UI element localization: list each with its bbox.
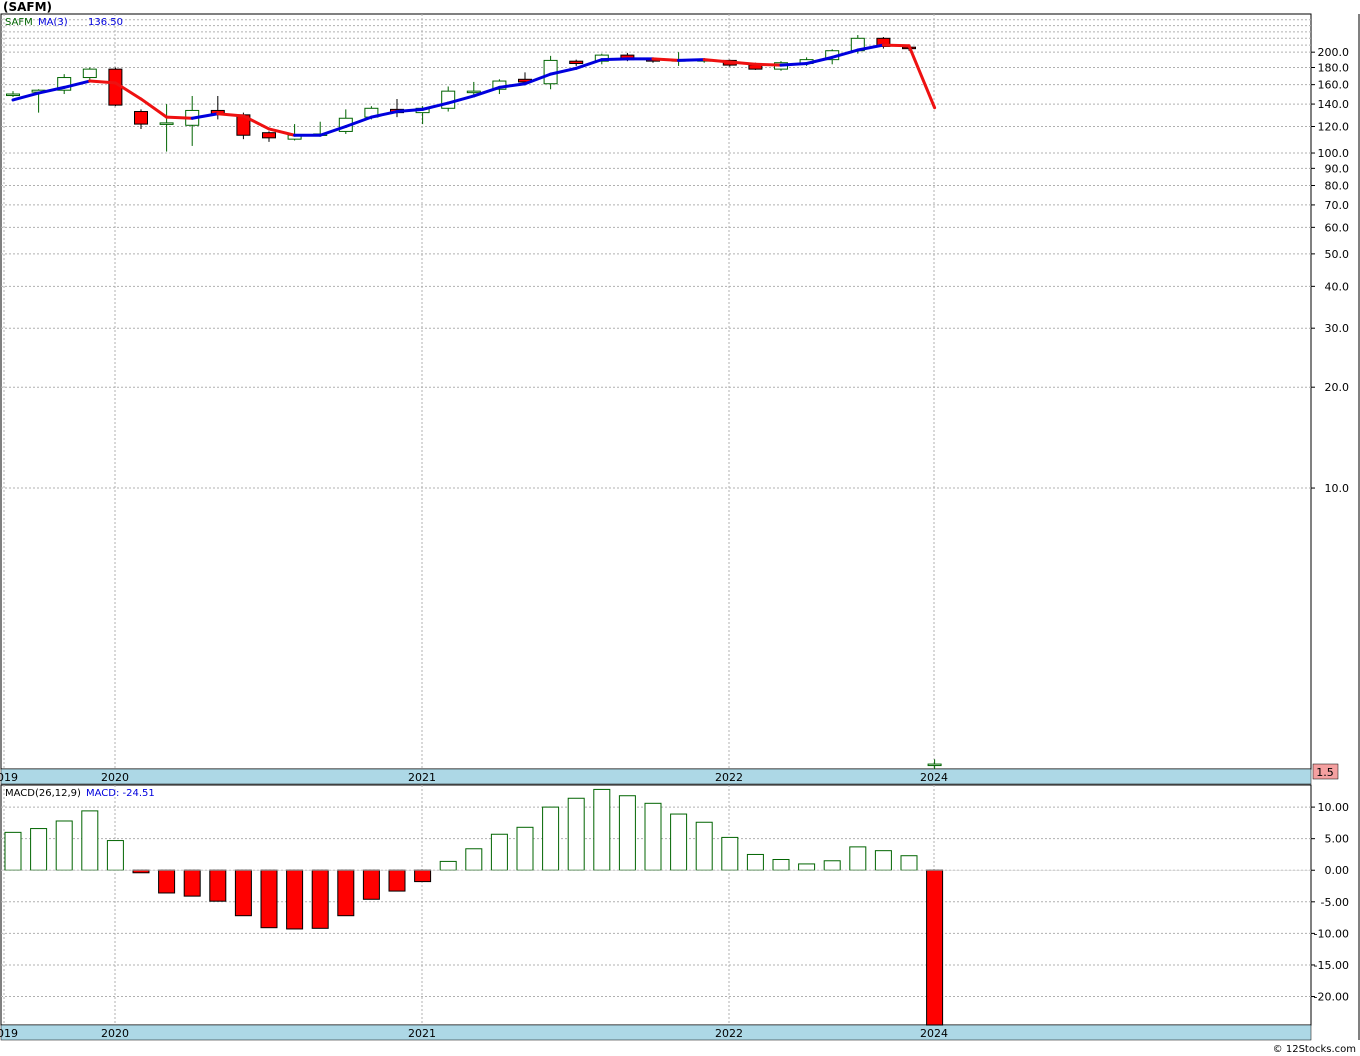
macd-tick-label: 10.00 bbox=[1318, 801, 1350, 814]
last-price-label: 1.5 bbox=[1316, 766, 1334, 779]
macd-bar bbox=[849, 846, 867, 871]
macd-tick-label: -20.00 bbox=[1314, 991, 1349, 1004]
price-panel-frame bbox=[0, 13, 1312, 770]
macd-bar bbox=[644, 802, 662, 871]
macd-x-label: 2021 bbox=[408, 1027, 436, 1040]
price-tick-label: 10.0 bbox=[1325, 482, 1350, 495]
macd-bar bbox=[183, 869, 201, 897]
macd-bar bbox=[132, 869, 150, 874]
ma-segment bbox=[881, 43, 911, 48]
macd-bar bbox=[798, 863, 816, 871]
price-x-label: 2019 bbox=[0, 771, 18, 784]
macd-bar bbox=[106, 840, 124, 871]
macd-bar bbox=[465, 848, 483, 871]
ma-segment bbox=[88, 79, 117, 85]
macd-bar bbox=[260, 869, 278, 929]
credit-text: © 12Stocks.com bbox=[1272, 1044, 1356, 1055]
macd-bar bbox=[158, 869, 176, 894]
price-tick-label: 20.0 bbox=[1325, 381, 1350, 394]
macd-tick-label: -5.00 bbox=[1321, 896, 1349, 909]
macd-bar bbox=[439, 860, 457, 871]
macd-bar bbox=[593, 788, 611, 871]
macd-bar bbox=[234, 869, 252, 917]
price-tick-label: 180.0 bbox=[1318, 62, 1350, 75]
macd-bar bbox=[926, 869, 944, 1026]
macd-bar bbox=[30, 828, 48, 871]
candle-body bbox=[6, 93, 20, 97]
price-tick-label: 100.0 bbox=[1318, 147, 1350, 160]
candle-body bbox=[134, 111, 148, 125]
macd-bar bbox=[55, 820, 73, 871]
macd-bar bbox=[874, 850, 892, 871]
macd-bar bbox=[414, 869, 432, 883]
macd-tick-label: 5.00 bbox=[1325, 833, 1350, 846]
price-tick-label: 70.0 bbox=[1325, 199, 1350, 212]
price-x-label: 2020 bbox=[101, 771, 129, 784]
macd-bar bbox=[337, 869, 355, 917]
price-tick-label: 200.0 bbox=[1318, 46, 1350, 59]
macd-bar bbox=[542, 806, 560, 871]
macd-bar bbox=[900, 855, 918, 871]
macd-bar bbox=[695, 821, 713, 871]
candle-body bbox=[82, 68, 97, 79]
macd-x-label: 2019 bbox=[0, 1027, 18, 1040]
macd-bar bbox=[772, 859, 790, 871]
price-legend-symbol: SAFM bbox=[5, 17, 33, 28]
macd-bar bbox=[311, 869, 329, 929]
price-tick-label: 120.0 bbox=[1318, 120, 1350, 133]
macd-bar bbox=[823, 860, 841, 871]
ma-segment bbox=[779, 62, 809, 67]
price-date-axis-band bbox=[0, 768, 1312, 785]
price-x-label: 2022 bbox=[715, 771, 743, 784]
macd-bar bbox=[567, 797, 585, 871]
stock-chart: 200.0 180.0 160.0 140.0 120.0 100.0 90.0 80.0 70… bbox=[0, 13, 1360, 1041]
macd-bar bbox=[209, 869, 227, 902]
macd-bar bbox=[388, 869, 406, 892]
ma-segment bbox=[165, 115, 194, 120]
ma-segment bbox=[651, 57, 681, 62]
macd-x-label: 2024 bbox=[920, 1027, 948, 1040]
ma-segment bbox=[677, 58, 706, 62]
macd-bar bbox=[516, 826, 534, 871]
macd-bar bbox=[81, 810, 99, 871]
macd-bar bbox=[746, 853, 764, 871]
candle-body bbox=[441, 90, 456, 109]
macd-bar bbox=[362, 869, 380, 900]
candle-body bbox=[927, 763, 942, 767]
price-x-label: 2024 bbox=[920, 771, 948, 784]
price-tick-label: 60.0 bbox=[1325, 221, 1350, 234]
price-tick-label: 140.0 bbox=[1318, 98, 1350, 111]
price-tick-label: 160.0 bbox=[1318, 79, 1350, 92]
price-tick-label: 80.0 bbox=[1325, 179, 1350, 192]
macd-x-label: 2022 bbox=[715, 1027, 743, 1040]
ma-segment bbox=[600, 57, 629, 62]
price-tick-label: 40.0 bbox=[1325, 280, 1350, 293]
ma-segment bbox=[753, 62, 783, 67]
macd-legend-label: MACD(26,12,9) bbox=[5, 788, 81, 799]
price-tick-label: 50.0 bbox=[1325, 248, 1350, 261]
macd-date-axis-band bbox=[0, 1024, 1312, 1041]
macd-bar bbox=[286, 869, 304, 930]
candle-body bbox=[262, 132, 276, 139]
candle-body bbox=[569, 60, 584, 65]
price-legend-ma-value: 136.50 bbox=[88, 17, 123, 28]
macd-tick-label: -10.00 bbox=[1314, 927, 1349, 940]
macd-bar bbox=[721, 836, 739, 871]
macd-legend-value: MACD: -24.51 bbox=[86, 788, 155, 799]
candle-body bbox=[466, 90, 481, 94]
macd-tick-label: 0.00 bbox=[1325, 864, 1350, 877]
macd-bar bbox=[670, 813, 688, 871]
price-legend-ma-label: MA(3) bbox=[38, 17, 68, 28]
macd-bar bbox=[490, 833, 508, 871]
macd-tick-label: -15.00 bbox=[1314, 959, 1349, 972]
price-tick-label: 30.0 bbox=[1325, 322, 1350, 335]
candle-body bbox=[159, 122, 174, 125]
macd-x-label: 2020 bbox=[101, 1027, 129, 1040]
macd-bar bbox=[4, 831, 22, 871]
macd-bar bbox=[618, 795, 636, 871]
price-tick-label: 90.0 bbox=[1325, 162, 1350, 175]
price-x-label: 2021 bbox=[408, 771, 436, 784]
